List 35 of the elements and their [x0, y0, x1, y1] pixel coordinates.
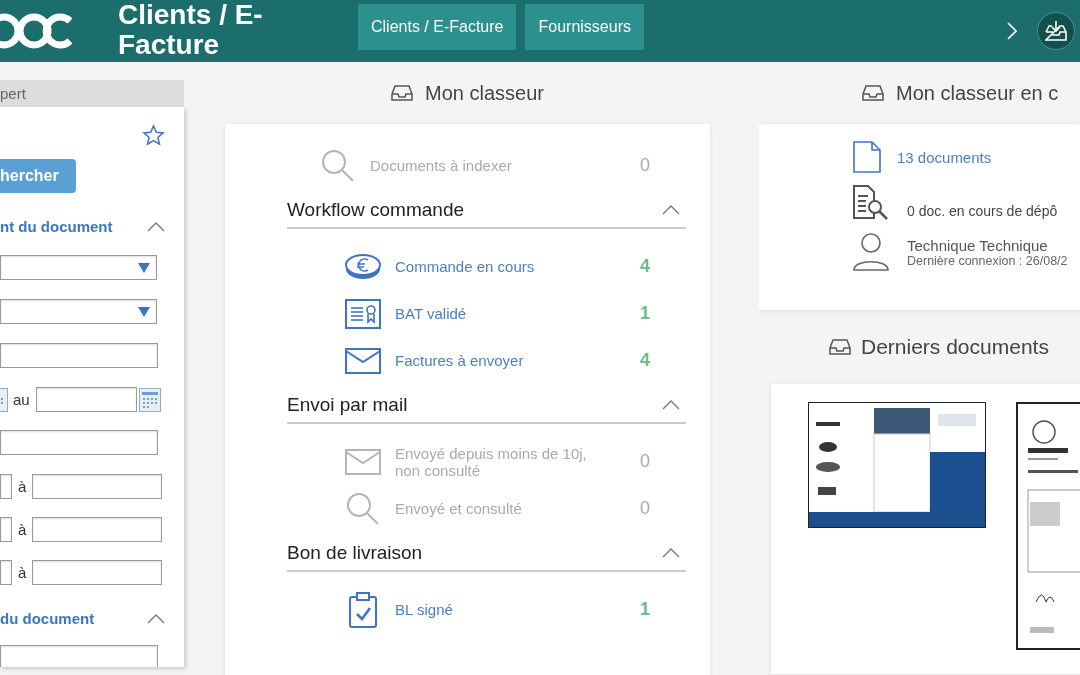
section-heading: Mon classeur en c	[896, 81, 1059, 105]
sidebar-tab[interactable]: pert	[0, 80, 184, 107]
item-label[interactable]: BAT validé	[395, 305, 610, 322]
item-count: 0	[640, 451, 651, 472]
group-title: Bon de livraison	[287, 542, 423, 564]
page-title: Clients / E-Facture	[118, 0, 264, 60]
group-title: Envoi par mail	[287, 394, 408, 416]
range-separator: à	[18, 478, 27, 495]
item-count: 4	[640, 350, 651, 371]
section-title: nt du document	[0, 218, 113, 235]
item-count: 1	[640, 303, 651, 324]
section-title: du document	[0, 610, 95, 627]
item-label[interactable]: Commande en cours	[395, 258, 610, 275]
group-header[interactable]: Bon de livraison	[287, 538, 686, 572]
section-heading: Mon classeur	[425, 81, 544, 105]
group-title: Workflow commande	[287, 199, 465, 221]
nav-tab[interactable]: Clients / E-Facture	[358, 4, 517, 50]
range-separator: au	[13, 391, 30, 408]
item-label[interactable]: Factures à envoyer	[395, 352, 610, 369]
last-login: Dernière connexion : 26/08/2	[907, 253, 1068, 268]
item-count: 0	[640, 498, 651, 519]
item-label[interactable]: BL signé	[395, 601, 610, 618]
range-separator: à	[18, 521, 27, 538]
item-count: 0	[640, 155, 651, 176]
item-count: 1	[640, 599, 651, 620]
range-separator: à	[18, 564, 27, 581]
documents-link[interactable]: 13 documents	[897, 148, 992, 166]
group-header[interactable]: Workflow commande	[287, 195, 686, 229]
search-button[interactable]: hercher	[0, 159, 76, 193]
pending-text: 0 doc. en cours de dépô	[907, 203, 1058, 219]
nav-tab[interactable]: Fournisseurs	[525, 4, 644, 50]
section-heading: Derniers documents	[861, 335, 1049, 359]
item-count: 4	[640, 256, 651, 277]
group-header[interactable]: Envoi par mail	[287, 390, 686, 424]
user-name: Technique Technique	[907, 236, 1049, 254]
